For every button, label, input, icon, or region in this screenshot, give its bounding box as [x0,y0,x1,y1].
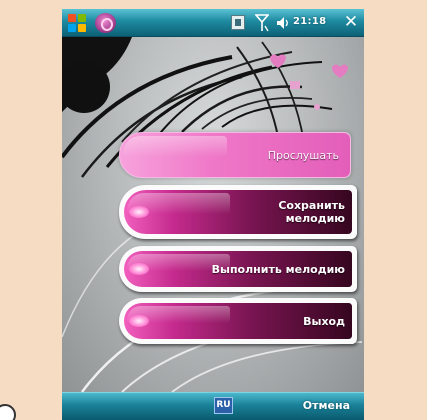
play-button-label: Прослушать [267,148,339,162]
app-icon [95,13,116,33]
sim-icon [231,15,245,30]
glow-icon [129,315,149,327]
volume-icon[interactable] [276,16,290,30]
softkey-bar: RU Отмена [62,392,364,420]
callout-marker [0,404,16,420]
play-button[interactable]: Прослушать [119,132,351,178]
glow-icon [129,263,149,275]
save-melody-label: Сохранить мелодию [278,199,345,225]
start-icon[interactable] [68,14,87,33]
close-icon[interactable]: ✕ [342,13,360,32]
exit-button[interactable]: Выход [119,298,357,344]
device-screen: 21:18 ✕ Прослушать Сохранить мелодию Вып… [62,9,364,420]
exit-label: Выход [303,314,345,328]
cancel-softkey[interactable]: Отмена [303,399,350,412]
clock-time[interactable]: 21:18 [293,16,326,27]
save-melody-button[interactable]: Сохранить мелодию [119,185,357,239]
execute-melody-label: Выполнить мелодию [211,262,345,276]
glow-icon [129,206,149,218]
execute-melody-button[interactable]: Выполнить мелодию [119,246,357,292]
signal-icon[interactable] [255,14,269,32]
input-language-button[interactable]: RU [214,397,233,414]
title-bar: 21:18 ✕ [62,9,364,37]
